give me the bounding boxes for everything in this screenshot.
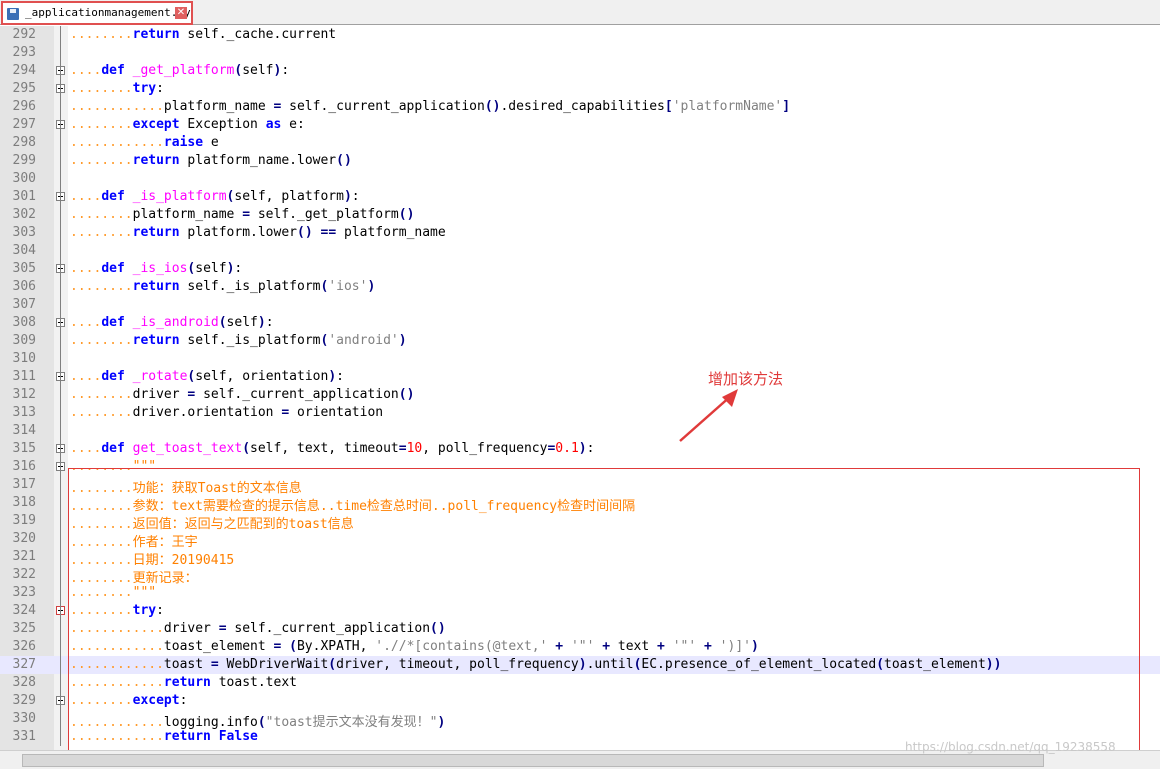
code-editor[interactable]: 292 ........return self._cache.current 293…: [0, 26, 1160, 750]
line-number: 324: [12, 603, 36, 618]
save-disk-icon: [7, 8, 19, 20]
code-line-295[interactable]: 295 ........try:: [0, 80, 1160, 98]
line-number: 299: [12, 153, 36, 168]
code-line-313[interactable]: 313 ........driver.orientation = orientat…: [0, 404, 1160, 422]
code-text: ........except Exception as e:: [70, 117, 305, 132]
highlight-box: [68, 468, 1140, 750]
code-line-310[interactable]: 310: [0, 350, 1160, 368]
code-text: ....def get_toast_text(self, text, timeo…: [70, 441, 595, 456]
line-number: 328: [12, 675, 36, 690]
code-line-294[interactable]: 294 ....def _get_platform(self):: [0, 62, 1160, 80]
code-line-309[interactable]: 309 ........return self._is_platform('and…: [0, 332, 1160, 350]
code-line-308[interactable]: 308 ....def _is_android(self):: [0, 314, 1160, 332]
line-number: 312: [12, 387, 36, 402]
code-text: ........platform_name = self._get_platfo…: [70, 207, 415, 222]
code-text: ....def _is_platform(self, platform):: [70, 189, 360, 204]
line-number: 331: [12, 729, 36, 744]
line-number: 323: [12, 585, 36, 600]
code-text: ........try:: [70, 81, 164, 96]
line-number: 314: [12, 423, 36, 438]
line-number: 301: [12, 189, 36, 204]
code-line-307[interactable]: 307: [0, 296, 1160, 314]
line-number: 327: [12, 657, 36, 672]
line-number: 329: [12, 693, 36, 708]
code-text: ........return self._is_platform('ios'): [70, 279, 376, 294]
tab-filename: _applicationmanagement.py: [25, 6, 191, 19]
code-line-302[interactable]: 302 ........platform_name = self._get_pla…: [0, 206, 1160, 224]
code-line-312[interactable]: 312 ........driver = self._current_applic…: [0, 386, 1160, 404]
line-number: 319: [12, 513, 36, 528]
watermark: https://blog.csdn.net/qq_19238558: [905, 740, 1116, 754]
code-line-315[interactable]: 315 ....def get_toast_text(self, text, ti…: [0, 440, 1160, 458]
code-text: ....def _get_platform(self):: [70, 63, 290, 78]
line-number: 316: [12, 459, 36, 474]
line-number: 313: [12, 405, 36, 420]
code-line-293[interactable]: 293: [0, 44, 1160, 62]
code-line-306[interactable]: 306 ........return self._is_platform('ios…: [0, 278, 1160, 296]
close-icon[interactable]: ✕: [175, 7, 187, 19]
line-number: 315: [12, 441, 36, 456]
line-number: 306: [12, 279, 36, 294]
line-number: 308: [12, 315, 36, 330]
line-number: 298: [12, 135, 36, 150]
code-text: ............raise e: [70, 135, 219, 150]
line-number: 310: [12, 351, 36, 366]
line-number: 303: [12, 225, 36, 240]
code-line-296[interactable]: 296 ............platform_name = self._cur…: [0, 98, 1160, 116]
code-line-305[interactable]: 305 ....def _is_ios(self):: [0, 260, 1160, 278]
code-text: ........driver.orientation = orientation: [70, 405, 384, 420]
line-number: 300: [12, 171, 36, 186]
tab-applicationmanagement[interactable]: _applicationmanagement.py ✕: [1, 1, 193, 25]
code-text: ........return self._cache.current: [70, 27, 337, 42]
code-line-311[interactable]: 311 ....def _rotate(self, orientation):: [0, 368, 1160, 386]
code-text: ........driver = self._current_applicati…: [70, 387, 415, 402]
line-number: 304: [12, 243, 36, 258]
line-number: 309: [12, 333, 36, 348]
code-text: ........return self._is_platform('androi…: [70, 333, 407, 348]
code-text: ....def _is_ios(self):: [70, 261, 243, 276]
line-number: 305: [12, 261, 36, 276]
code-line-292[interactable]: 292 ........return self._cache.current: [0, 26, 1160, 44]
code-line-299[interactable]: 299 ........return platform_name.lower(): [0, 152, 1160, 170]
line-number: 302: [12, 207, 36, 222]
line-number: 307: [12, 297, 36, 312]
line-number: 330: [12, 711, 36, 726]
line-number: 293: [12, 45, 36, 60]
code-line-303[interactable]: 303 ........return platform.lower() == pl…: [0, 224, 1160, 242]
code-line-297[interactable]: 297 ........except Exception as e:: [0, 116, 1160, 134]
line-number: 325: [12, 621, 36, 636]
code-line-314[interactable]: 314: [0, 422, 1160, 440]
code-line-304[interactable]: 304: [0, 242, 1160, 260]
code-text: ............platform_name = self._curren…: [70, 99, 791, 114]
tab-bar: _applicationmanagement.py ✕: [0, 0, 1160, 25]
code-line-301[interactable]: 301 ....def _is_platform(self, platform):: [0, 188, 1160, 206]
code-text: ....def _is_android(self):: [70, 315, 274, 330]
line-number: 321: [12, 549, 36, 564]
code-text: ........return platform_name.lower(): [70, 153, 352, 168]
line-number: 322: [12, 567, 36, 582]
annotation-arrow-icon: [679, 389, 738, 442]
code-line-300[interactable]: 300: [0, 170, 1160, 188]
code-text: ....def _rotate(self, orientation):: [70, 369, 344, 384]
line-number: 318: [12, 495, 36, 510]
code-text: ........return platform.lower() == platf…: [70, 225, 446, 240]
line-number: 294: [12, 63, 36, 78]
line-number: 297: [12, 117, 36, 132]
line-number: 326: [12, 639, 36, 654]
line-number: 295: [12, 81, 36, 96]
code-line-298[interactable]: 298 ............raise e: [0, 134, 1160, 152]
fold-guide-line: [60, 26, 61, 746]
line-number: 292: [12, 27, 36, 42]
line-number: 320: [12, 531, 36, 546]
line-number: 311: [12, 369, 36, 384]
scrollbar-thumb[interactable]: [22, 754, 1044, 767]
line-number: 296: [12, 99, 36, 114]
line-number: 317: [12, 477, 36, 492]
